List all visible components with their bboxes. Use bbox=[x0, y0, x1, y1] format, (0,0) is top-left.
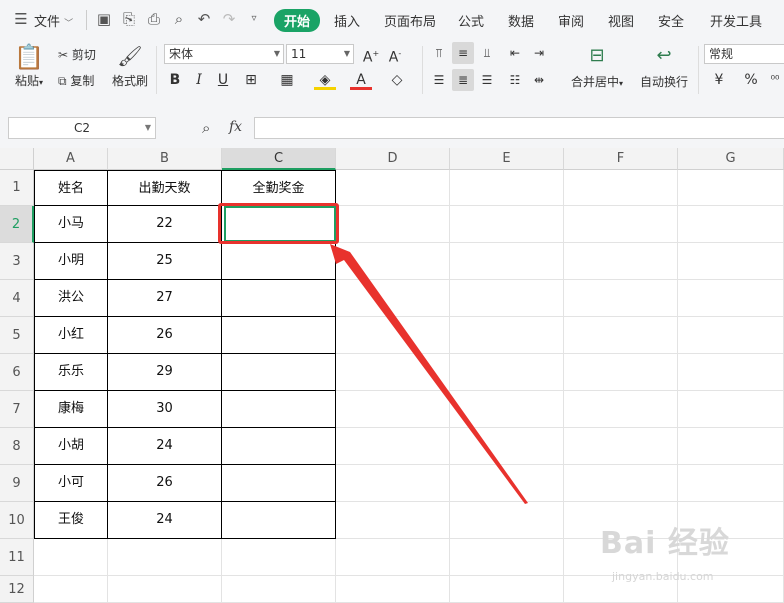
percent-icon[interactable]: % bbox=[740, 69, 762, 91]
redo-icon[interactable]: ↷ bbox=[220, 10, 238, 28]
arrow-shape bbox=[330, 244, 528, 504]
export-icon[interactable]: ⎘ bbox=[120, 10, 138, 28]
underline-button[interactable]: U bbox=[212, 69, 234, 91]
formula-input[interactable] bbox=[254, 117, 784, 139]
print-preview-icon[interactable]: ⌕ bbox=[170, 10, 188, 28]
customize-toolbar-icon[interactable]: ▿ bbox=[245, 10, 263, 28]
align-right-icon[interactable]: ☰ bbox=[476, 69, 498, 91]
tab-data[interactable]: 数据 bbox=[508, 11, 534, 30]
print-icon[interactable]: ⎙ bbox=[145, 10, 163, 28]
brush-icon: 🖌 bbox=[117, 44, 143, 68]
increase-font-icon[interactable]: A+ bbox=[360, 43, 382, 66]
align-bottom-icon[interactable]: ⫫ bbox=[476, 42, 498, 64]
file-menu[interactable]: 文件 ﹀ bbox=[34, 11, 73, 30]
tab-review[interactable]: 审阅 bbox=[558, 11, 584, 30]
font-name-select[interactable]: 宋体 ▼ bbox=[164, 44, 284, 64]
function-icon[interactable]: fx bbox=[229, 119, 242, 135]
clear-format-icon[interactable]: ◇ bbox=[386, 69, 408, 91]
cut-button[interactable]: ✂ 剪切 bbox=[58, 46, 96, 63]
ribbon: 📋 粘贴▾ ✂ 剪切 ⧉ 复制 🖌 格式刷 宋体 ▼ 11 ▼ A+ A- B I … bbox=[0, 40, 784, 102]
distributed-icon[interactable]: ⇹ bbox=[528, 69, 550, 91]
wrap-text-icon: ↩ bbox=[656, 45, 672, 66]
merge-center-button[interactable]: ⊟ 合并居中▾ bbox=[566, 44, 628, 90]
align-middle-icon[interactable]: ≡ bbox=[452, 42, 474, 64]
font-color-icon[interactable]: A bbox=[350, 69, 372, 90]
tab-formulas[interactable]: 公式 bbox=[458, 11, 484, 30]
chevron-down-icon: ▼ bbox=[273, 49, 280, 58]
number-format-select[interactable]: 常规 bbox=[704, 44, 784, 64]
clipboard-icon: 📋 bbox=[14, 43, 44, 71]
italic-button[interactable]: I bbox=[188, 69, 210, 91]
border-icon[interactable]: ⊞ bbox=[240, 69, 262, 91]
bold-button[interactable]: B bbox=[164, 69, 186, 91]
menu-bar: ☰ 文件 ﹀ ▣ ⎘ ⎙ ⌕ ↶ ↷ ▿ 开始 插入 页面布局 公式 数据 审阅… bbox=[0, 0, 784, 40]
scissors-icon: ✂ bbox=[58, 48, 69, 62]
save-icon[interactable]: ▣ bbox=[95, 10, 113, 28]
watermark-logo: Bai 经验 bbox=[600, 526, 730, 561]
fill-pattern-icon[interactable]: ▦ bbox=[276, 69, 298, 91]
tab-view[interactable]: 视图 bbox=[608, 11, 634, 30]
align-left-icon[interactable]: ☰ bbox=[428, 69, 450, 91]
align-center-icon[interactable]: ≣ bbox=[452, 69, 474, 91]
decrease-font-icon[interactable]: A- bbox=[384, 43, 406, 66]
fill-color-icon[interactable]: ◈ bbox=[314, 69, 336, 90]
increase-indent-icon[interactable]: ⇥ bbox=[528, 42, 550, 64]
paste-button[interactable]: 📋 粘贴▾ bbox=[12, 44, 46, 89]
copy-button[interactable]: ⧉ 复制 bbox=[58, 72, 94, 89]
tab-page-layout[interactable]: 页面布局 bbox=[384, 11, 436, 30]
undo-icon[interactable]: ↶ bbox=[195, 10, 213, 28]
comma-style-icon[interactable]: ⁰⁰ bbox=[764, 69, 784, 91]
tab-insert[interactable]: 插入 bbox=[334, 11, 360, 30]
chevron-down-icon: ▼ bbox=[343, 49, 350, 58]
watermark-url: jingyan.baidu.com bbox=[612, 570, 714, 583]
justify-icon[interactable]: ☷ bbox=[504, 69, 526, 91]
currency-icon[interactable]: ¥ bbox=[708, 69, 730, 91]
name-box[interactable]: C2 ▼ bbox=[8, 117, 156, 139]
tab-developer[interactable]: 开发工具 bbox=[710, 11, 762, 30]
decrease-indent-icon[interactable]: ⇤ bbox=[504, 42, 526, 64]
tab-home[interactable]: 开始 bbox=[274, 9, 321, 32]
hamburger-menu-icon[interactable]: ☰ bbox=[12, 10, 30, 28]
wrap-text-button[interactable]: ↩ 自动换行 bbox=[636, 44, 692, 90]
align-top-icon[interactable]: ⫪ bbox=[428, 42, 450, 64]
zoom-search-icon[interactable]: ⌕ bbox=[202, 119, 210, 137]
copy-icon: ⧉ bbox=[58, 74, 67, 88]
format-painter-button[interactable]: 🖌 格式刷 bbox=[110, 44, 150, 89]
merge-cells-icon: ⊟ bbox=[589, 45, 605, 66]
font-size-select[interactable]: 11 ▼ bbox=[286, 44, 354, 64]
tab-security[interactable]: 安全 bbox=[658, 11, 684, 30]
chevron-down-icon: ▼ bbox=[144, 123, 151, 132]
formula-bar: C2 ▼ ⌕ fx bbox=[0, 102, 784, 148]
